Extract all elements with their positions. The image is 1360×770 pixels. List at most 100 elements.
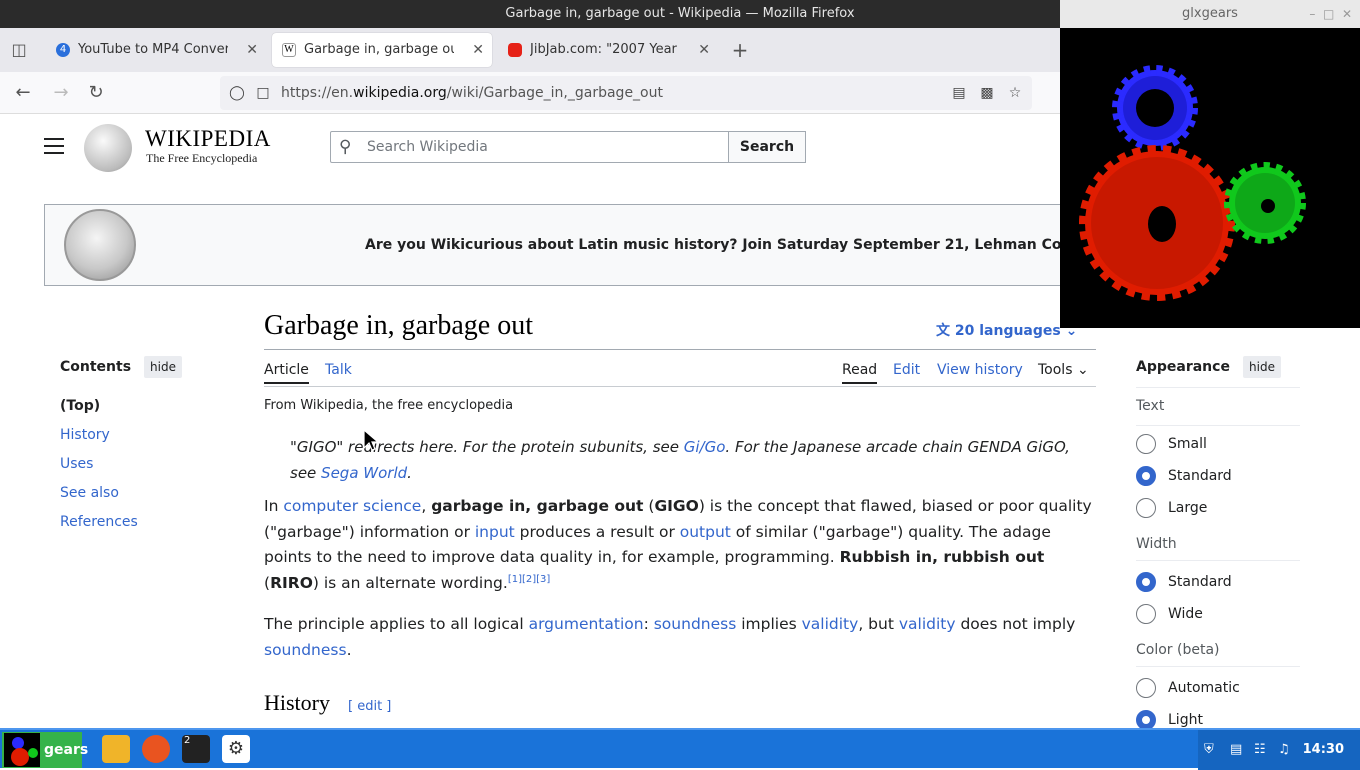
width-label: Width: [1136, 536, 1177, 552]
argumentation-link[interactable]: argumentation: [529, 615, 644, 633]
qr-code-icon[interactable]: ▩: [978, 84, 996, 102]
window-controls[interactable]: – □ ✕: [1309, 0, 1352, 28]
url-text[interactable]: https://en.wikipedia.org/wiki/Garbage_in…: [281, 76, 663, 110]
toc-item-top[interactable]: (Top): [60, 398, 100, 414]
tools-label: Tools: [1038, 362, 1073, 378]
color-label: Color (beta): [1136, 642, 1220, 658]
tab-label: YouTube to MP4 Converter: [78, 42, 228, 57]
history-heading: History: [264, 690, 330, 715]
close-tab-icon[interactable]: ✕: [472, 33, 484, 67]
banner-text[interactable]: Are you Wikicurious about Latin music hi…: [365, 237, 1063, 253]
terminal-icon[interactable]: 2: [182, 735, 210, 763]
tab-article[interactable]: Article: [264, 362, 309, 384]
radio-width-wide[interactable]: Wide: [1136, 603, 1203, 625]
gears-app-icon: [4, 733, 40, 767]
tab-bar: ◫ 4 YouTube to MP4 Converter ✕ W Garbage…: [0, 28, 1060, 72]
radio-width-standard[interactable]: Standard: [1136, 571, 1232, 593]
blue-gear-icon: [1112, 65, 1198, 151]
lock-icon[interactable]: □: [254, 84, 272, 102]
tab-edit[interactable]: Edit: [893, 362, 920, 378]
bookmark-star-icon[interactable]: ☆: [1006, 84, 1024, 102]
radio-circle[interactable]: [1136, 434, 1156, 454]
shield-tray-icon[interactable]: ⛨: [1204, 730, 1214, 770]
radio-circle[interactable]: [1136, 604, 1156, 624]
network-icon[interactable]: ☷: [1254, 730, 1266, 770]
page-title: Garbage in, garbage out: [264, 310, 533, 341]
glxgears-window[interactable]: glxgears – □ ✕: [1060, 0, 1360, 328]
toc-hide-button[interactable]: hide: [144, 356, 182, 378]
soundness-link[interactable]: soundness: [654, 615, 737, 633]
glxgears-titlebar[interactable]: glxgears – □ ✕: [1060, 0, 1360, 28]
radio-text-standard[interactable]: Standard: [1136, 465, 1232, 487]
tab-jibjab[interactable]: JibJab.com: "2007 Year In R ✕: [498, 33, 718, 67]
radio-circle[interactable]: [1136, 710, 1156, 728]
main-menu-icon[interactable]: [44, 138, 64, 154]
file-manager-icon[interactable]: [102, 735, 130, 763]
appearance-heading: Appearance: [1136, 359, 1230, 375]
green-gear-icon: [1224, 162, 1306, 244]
radio-text-small[interactable]: Small: [1136, 433, 1207, 455]
appearance-hide-button[interactable]: hide: [1243, 356, 1281, 378]
reader-view-icon[interactable]: ▤: [950, 84, 968, 102]
wikipedia-globe-logo[interactable]: [84, 124, 132, 172]
history-edit-link[interactable]: [ edit ]: [348, 699, 391, 714]
tab-youtube-converter[interactable]: 4 YouTube to MP4 Converter ✕: [46, 33, 266, 67]
tab-list-icon[interactable]: ◫: [6, 37, 32, 63]
youtube-favicon-icon: [508, 43, 522, 57]
wikipedia-tagline: The Free Encyclopedia: [146, 151, 258, 165]
clock[interactable]: 14:30: [1303, 730, 1344, 770]
taskbar-gears-app[interactable]: gears: [2, 732, 88, 768]
translate-icon: 文: [936, 323, 950, 339]
tab-favicon-icon: 4: [56, 43, 70, 57]
hatnote: "GIGO" redirects here. For the protein s…: [290, 438, 1070, 482]
tab-view-history[interactable]: View history: [937, 362, 1023, 378]
firefox-icon[interactable]: [142, 735, 170, 763]
tab-talk[interactable]: Talk: [325, 362, 352, 378]
radio-circle[interactable]: [1136, 678, 1156, 698]
sega-world-link[interactable]: Sega World: [321, 464, 407, 482]
language-selector[interactable]: 文 20 languages ⌄: [936, 320, 1077, 340]
window-title: Garbage in, garbage out - Wikipedia — Mo…: [505, 6, 855, 21]
forward-arrow-icon[interactable]: →: [48, 80, 74, 106]
computer-science-link[interactable]: computer science: [283, 497, 421, 515]
tab-read[interactable]: Read: [842, 362, 878, 384]
toc-item-uses[interactable]: Uses: [60, 456, 93, 472]
shield-icon[interactable]: ◯: [228, 84, 246, 102]
wikipedia-wordmark[interactable]: WIKIPEDIA: [145, 126, 271, 152]
close-tab-icon[interactable]: ✕: [246, 33, 258, 67]
validity-link[interactable]: validity: [802, 615, 859, 633]
divider: [1136, 425, 1300, 426]
back-arrow-icon[interactable]: ←: [10, 80, 36, 106]
tools-menu[interactable]: Tools ⌄: [1038, 362, 1089, 378]
radio-text-large[interactable]: Large: [1136, 497, 1207, 519]
input-link[interactable]: input: [475, 523, 515, 541]
chevron-down-icon: ⌄: [1076, 362, 1089, 378]
close-tab-icon[interactable]: ✕: [698, 33, 710, 67]
volume-icon[interactable]: ♫: [1278, 730, 1290, 770]
radio-color-automatic[interactable]: Automatic: [1136, 677, 1240, 699]
toc-item-see-also[interactable]: See also: [60, 485, 119, 501]
intro-paragraph: In computer science, garbage in, garbage…: [264, 497, 1092, 592]
radio-circle[interactable]: [1136, 498, 1156, 518]
settings-gear-icon[interactable]: ⚙: [222, 735, 250, 763]
reload-icon[interactable]: ↻: [83, 80, 109, 106]
gi-go-link[interactable]: Gi/Go: [684, 438, 726, 456]
system-tray: ⛨ ▤ ☷ ♫ 14:30: [1198, 730, 1360, 770]
search-box[interactable]: ⚲: [330, 131, 730, 163]
validity-link[interactable]: validity: [899, 615, 956, 633]
reference-links[interactable]: [1][2][3]: [508, 573, 551, 584]
output-link[interactable]: output: [680, 523, 731, 541]
radio-circle[interactable]: [1136, 572, 1156, 592]
new-tab-icon[interactable]: +: [727, 37, 753, 63]
radio-color-light[interactable]: Light: [1136, 709, 1203, 728]
toc-item-references[interactable]: References: [60, 514, 138, 530]
tab-wikipedia[interactable]: W Garbage in, garbage out - W ✕: [272, 33, 492, 67]
event-banner[interactable]: Are you Wikicurious about Latin music hi…: [44, 204, 1064, 286]
search-input[interactable]: [367, 132, 727, 162]
search-button[interactable]: Search: [728, 131, 806, 163]
radio-circle[interactable]: [1136, 466, 1156, 486]
toc-item-history[interactable]: History: [60, 427, 110, 443]
soundness-link[interactable]: soundness: [264, 641, 347, 659]
clipboard-icon[interactable]: ▤: [1230, 730, 1242, 770]
url-bar[interactable]: ◯ □ https://en.wikipedia.org/wiki/Garbag…: [220, 76, 1032, 110]
